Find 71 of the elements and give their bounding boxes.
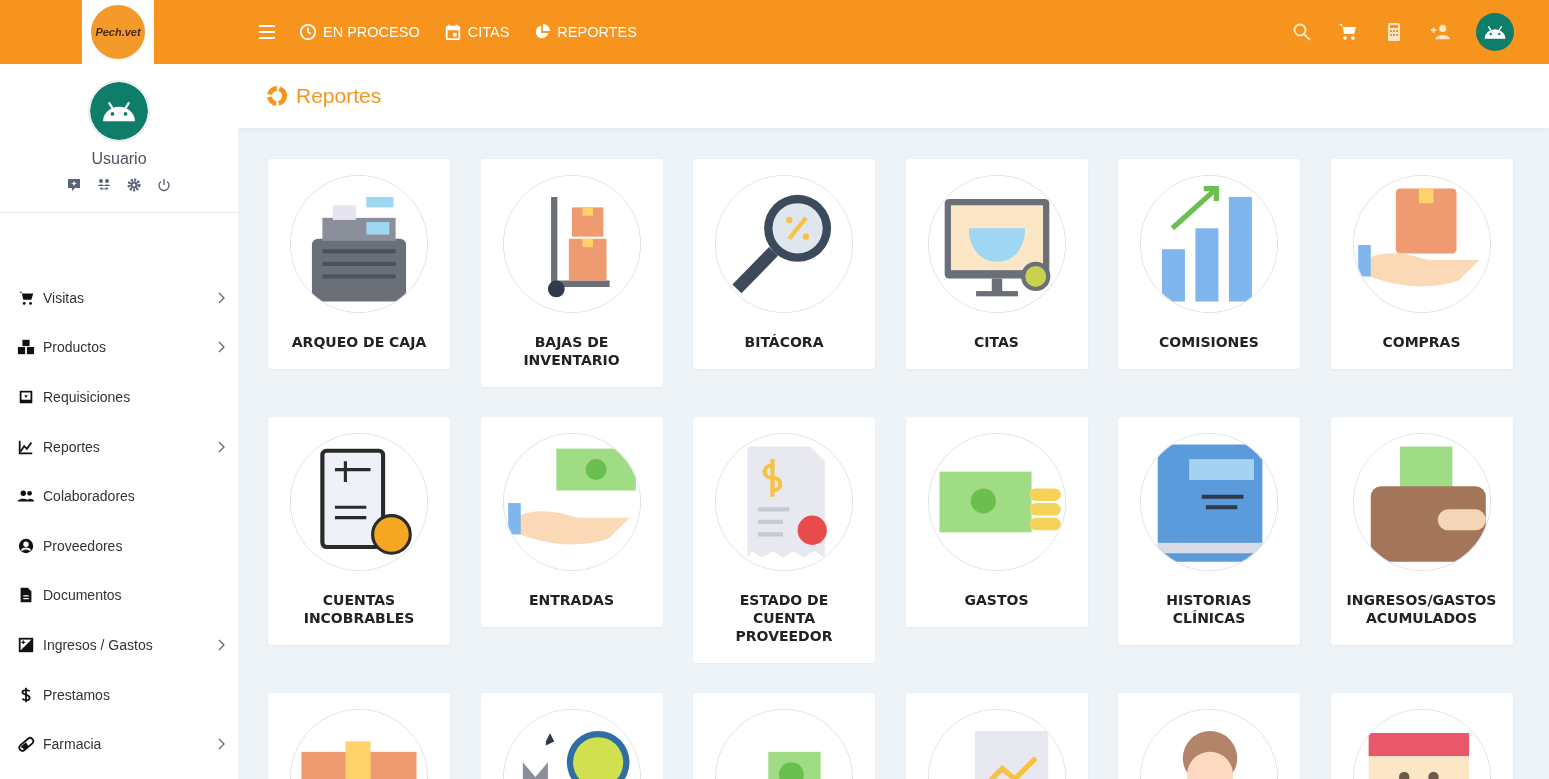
report-label: ENTRADAS — [528, 591, 615, 609]
chevron-right-icon — [218, 638, 226, 651]
inbox-icon — [17, 388, 35, 406]
chevron-right-icon — [218, 341, 226, 354]
avatar — [88, 80, 150, 142]
report-label: COMISIONES — [1158, 333, 1260, 351]
sidebar-item-label: Documentos — [43, 587, 122, 604]
boxes-icon — [17, 338, 35, 357]
report-card[interactable]: CITAS — [905, 159, 1088, 369]
chevron-right-icon — [218, 291, 226, 304]
report-label: ESTADO DE CUENTA PROVEEDOR — [734, 591, 834, 645]
calendar-icon — [443, 23, 462, 41]
report-card[interactable]: HISTORIAS CLÍNICAS — [1118, 417, 1300, 645]
report-label: CITAS — [973, 333, 1020, 351]
sidebar-item-label: Farmacia — [43, 736, 102, 753]
sidebar-item[interactable]: Ingresos / Gastos — [0, 620, 238, 670]
add-user-icon[interactable] — [1430, 22, 1450, 42]
user-circle-icon — [17, 536, 35, 555]
sidebar-item-label: Reportes — [43, 438, 100, 455]
report-label: BITÁCORA — [743, 333, 825, 351]
donut-chart-icon — [266, 85, 288, 107]
cart-icon[interactable] — [1338, 22, 1358, 42]
sidebar-item[interactable]: Visitas — [0, 273, 238, 323]
sidebar-item-label: Ingresos / Gastos — [43, 636, 153, 653]
feedback-icon[interactable] — [67, 178, 81, 192]
report-card[interactable]: ENTRADAS — [480, 417, 663, 627]
report-card[interactable]: BITÁCORA — [693, 159, 875, 369]
logo[interactable]: Pech.vet — [91, 5, 145, 59]
report-card[interactable]: COMISIONES — [1118, 159, 1300, 369]
report-card[interactable]: CUENTAS INCOBRABLES — [268, 417, 450, 645]
report-card[interactable]: ARQUEO DE CAJA — [268, 159, 450, 369]
sidebar-item-label: Visitas — [43, 289, 84, 306]
pill-icon — [17, 735, 35, 754]
report-label: GASTOS — [963, 591, 1030, 609]
report-label: INGRESOS/GASTOS ACUMULADOS — [1345, 591, 1498, 627]
sidebar-item[interactable]: Requisiciones — [0, 372, 238, 422]
report-card[interactable]: ESTADO DE CUENTA PROVEEDOR — [693, 417, 875, 663]
sidebar-item[interactable]: Colaboradores — [0, 471, 238, 521]
sidebar-item[interactable]: Reportes — [0, 421, 238, 472]
people-icon[interactable] — [97, 178, 111, 192]
user-name: Usuario — [91, 150, 147, 168]
report-card[interactable]: BAJAS DE INVENTARIO — [480, 159, 663, 387]
report-card[interactable]: GASTOS — [905, 417, 1088, 627]
sidebar-item-label: Productos — [43, 339, 107, 356]
report-label: HISTORIAS CLÍNICAS — [1165, 591, 1253, 627]
report-label: ARQUEO DE CAJA — [290, 333, 428, 351]
sidebar-item[interactable]: Documentos — [0, 570, 238, 621]
avatar — [1476, 13, 1514, 51]
report-card[interactable]: COMPRAS — [1330, 159, 1513, 369]
settings-icon[interactable] — [127, 178, 141, 192]
sidebar-item[interactable]: Prestamos — [0, 669, 238, 720]
sidebar-item[interactable]: Farmacia — [0, 719, 238, 769]
power-icon[interactable] — [157, 178, 171, 192]
pie-chart-icon — [533, 23, 552, 41]
sidebar-item-label: Prestamos — [43, 686, 110, 703]
sidebar-item-label: Requisiciones — [43, 389, 131, 405]
report-card[interactable]: INGRESOS/GASTOS ACUMULADOS — [1330, 417, 1513, 645]
plus-minus-icon — [17, 635, 35, 654]
search-icon[interactable] — [1292, 22, 1312, 42]
sidebar-item-label: Colaboradores — [43, 488, 135, 505]
sidebar-item-label: Proveedores — [43, 537, 123, 554]
sidebar-item[interactable]: Productos — [0, 322, 238, 373]
report-label: CUENTAS INCOBRABLES — [302, 591, 416, 627]
chevron-right-icon — [218, 440, 226, 453]
report-label: BAJAS DE INVENTARIO — [522, 333, 621, 369]
sidebar-item[interactable]: Proveedores — [0, 520, 238, 571]
page-title: Reportes — [296, 84, 382, 108]
clock-icon — [299, 23, 317, 41]
report-label: COMPRAS — [1381, 333, 1462, 351]
chevron-right-icon — [218, 738, 226, 751]
menu-icon[interactable] — [259, 25, 275, 39]
